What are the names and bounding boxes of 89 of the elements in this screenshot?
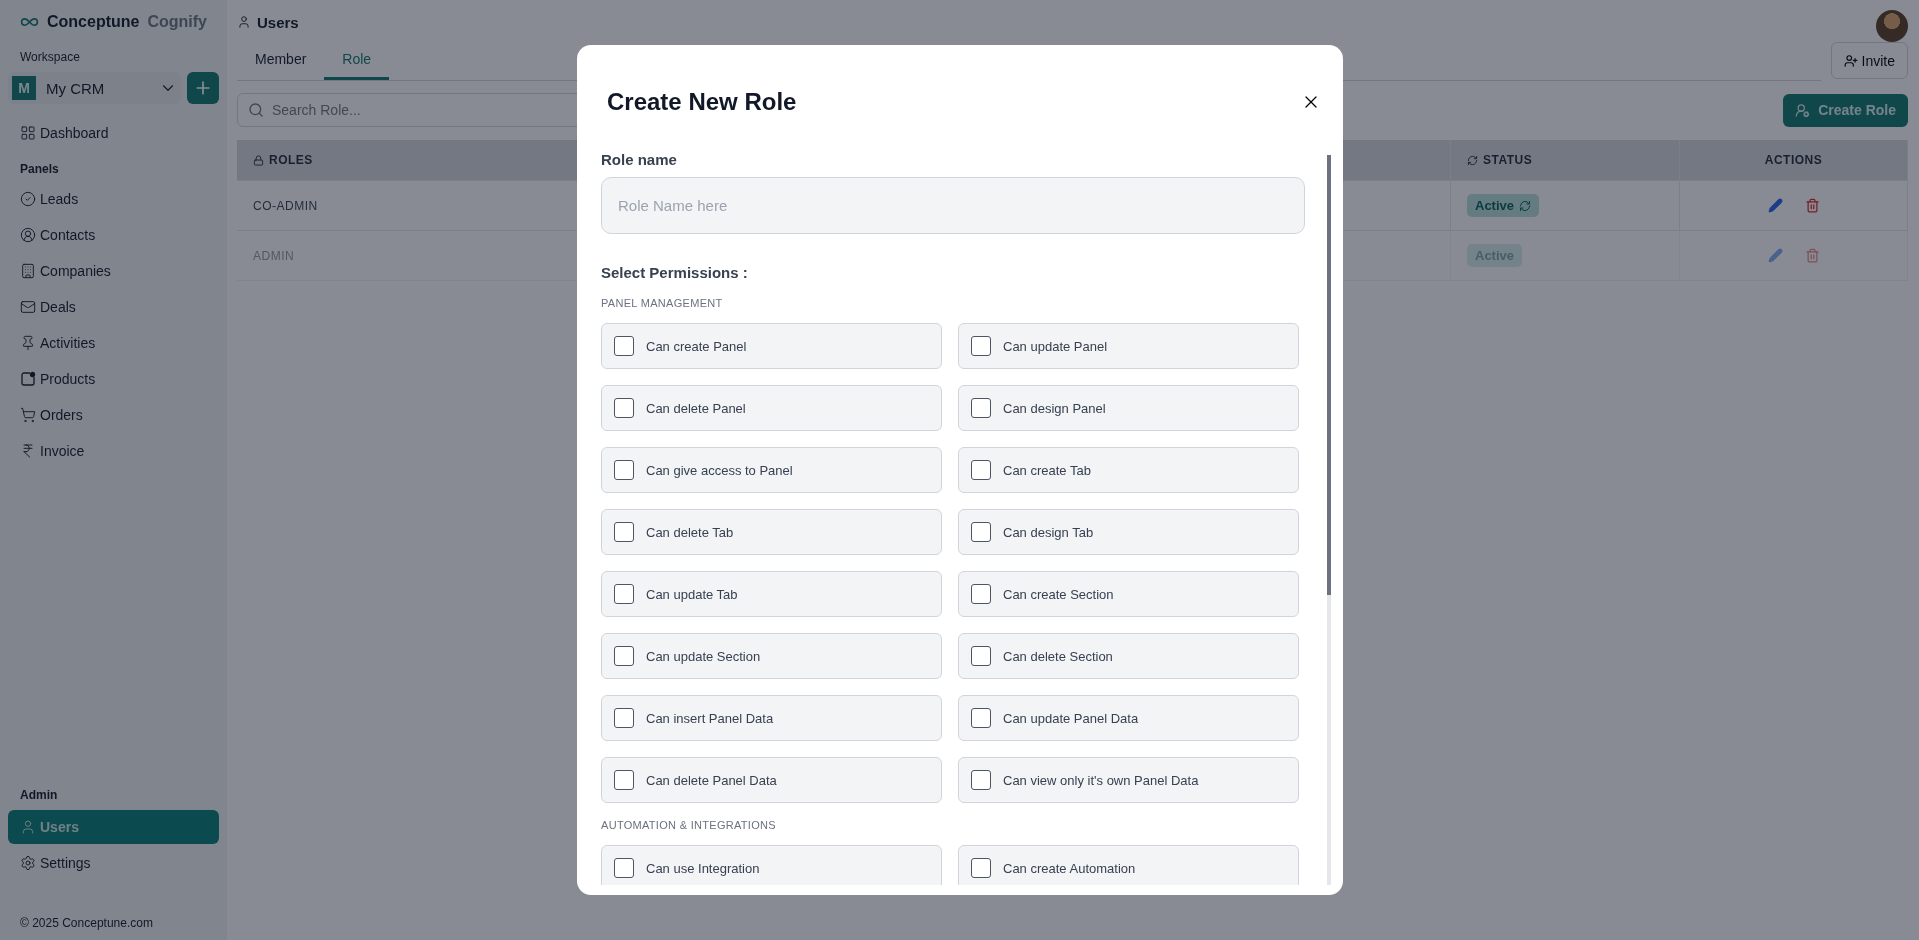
edit-icon[interactable] — [1767, 198, 1783, 213]
permission-option[interactable]: Can create Section — [958, 571, 1299, 617]
scrollbar[interactable] — [1327, 155, 1331, 885]
sidebar-item[interactable]: Activities — [8, 326, 219, 360]
permission-option[interactable]: Can update Panel — [958, 323, 1299, 369]
checkbox[interactable] — [614, 584, 634, 604]
checkbox[interactable] — [614, 770, 634, 790]
checkbox[interactable] — [614, 708, 634, 728]
permission-option[interactable]: Can update Tab — [601, 571, 942, 617]
workspace-badge: M — [12, 76, 36, 100]
checkbox[interactable] — [614, 398, 634, 418]
refresh-icon — [1467, 154, 1478, 166]
permission-option[interactable]: Can create Panel — [601, 323, 942, 369]
workspace-select[interactable]: M My CRM — [8, 72, 181, 104]
permission-option[interactable]: Can delete Panel Data — [601, 757, 942, 803]
checkbox[interactable] — [971, 584, 991, 604]
grid-icon — [20, 125, 36, 141]
permission-option[interactable]: Can design Tab — [958, 509, 1299, 555]
permission-option[interactable]: Can delete Panel — [601, 385, 942, 431]
group-title: AUTOMATION & INTEGRATIONS — [601, 819, 777, 831]
brand-suffix: Cognify — [147, 13, 207, 31]
group-title: PANEL MANAGEMENT — [601, 297, 724, 309]
sidebar-item[interactable]: Settings — [8, 846, 219, 880]
invite-button[interactable]: Invite — [1830, 42, 1908, 79]
settings-icon — [20, 855, 36, 871]
role-name-field[interactable]: Role Name here — [601, 177, 1305, 234]
checkbox[interactable] — [614, 646, 634, 666]
permission-option[interactable]: Can view only it's own Panel Data — [958, 757, 1299, 803]
building-icon — [20, 263, 36, 279]
user-plus-icon — [1843, 53, 1858, 68]
sidebar-item[interactable]: Leads — [8, 182, 219, 216]
permission-option[interactable]: Can use Integration — [601, 845, 942, 885]
rupee-icon — [20, 443, 36, 459]
permission-option[interactable]: Can give access to Panel — [601, 447, 942, 493]
checkbox[interactable] — [971, 858, 991, 878]
checkbox[interactable] — [614, 460, 634, 480]
lock-icon — [253, 154, 264, 166]
checkbox[interactable] — [971, 770, 991, 790]
refresh-icon — [1519, 199, 1532, 212]
permission-option[interactable]: Can delete Tab — [601, 509, 942, 555]
checkbox[interactable] — [971, 646, 991, 666]
user-icon — [20, 819, 36, 835]
sidebar-item[interactable]: Contacts — [8, 218, 219, 252]
page-title: Users — [257, 13, 299, 31]
sidebar-item[interactable]: Companies — [8, 254, 219, 288]
sidebar-item[interactable]: Dashboard — [8, 116, 219, 150]
checkbox[interactable] — [971, 522, 991, 542]
checkbox[interactable] — [614, 522, 634, 542]
sidebar-item[interactable]: Deals — [8, 290, 219, 324]
checkbox[interactable] — [971, 336, 991, 356]
check-circle-icon — [20, 191, 36, 207]
user-circle-icon — [20, 227, 36, 243]
user-icon — [237, 15, 251, 29]
sidebar-item[interactable]: Orders — [8, 398, 219, 432]
cart-icon — [20, 407, 36, 423]
section-label: Panels — [19, 162, 60, 176]
add-workspace-button[interactable] — [187, 72, 219, 104]
trash-icon[interactable] — [1804, 198, 1820, 213]
permission-option[interactable]: Can create Automation — [958, 845, 1299, 885]
column-header: ACTIONS — [1680, 140, 1908, 180]
permission-option[interactable]: Can delete Section — [958, 633, 1299, 679]
section-label: Workspace — [19, 50, 81, 64]
role-name: CO-ADMIN — [253, 198, 318, 213]
checkbox[interactable] — [971, 708, 991, 728]
status-badge: Active — [1467, 194, 1540, 217]
search-icon — [248, 102, 264, 118]
checkbox[interactable] — [971, 460, 991, 480]
permission-option[interactable]: Can update Panel Data — [958, 695, 1299, 741]
column-header: STATUS — [1451, 140, 1680, 180]
checkbox[interactable] — [971, 398, 991, 418]
tab[interactable]: Member — [237, 43, 325, 80]
user-avatar[interactable] — [1876, 10, 1908, 42]
permission-option[interactable]: Can insert Panel Data — [601, 695, 942, 741]
field-label: Select Permissions : — [601, 264, 749, 281]
square-dot-icon — [20, 371, 36, 387]
section-label: Admin — [19, 788, 59, 802]
user-gear-icon — [1795, 102, 1811, 118]
permission-option[interactable]: Can create Tab — [958, 447, 1299, 493]
field-label: Role name — [601, 151, 678, 168]
brand-name: Conceptune — [47, 13, 140, 31]
pin-icon — [20, 335, 36, 351]
checkbox[interactable] — [614, 858, 634, 878]
copyright-text: © 2025 Conceptune.com — [19, 916, 154, 930]
permission-option[interactable]: Can design Panel — [958, 385, 1299, 431]
permission-option[interactable]: Can update Section — [601, 633, 942, 679]
checkbox[interactable] — [614, 336, 634, 356]
envelope-icon — [20, 299, 36, 315]
sidebar-item[interactable]: Invoice — [8, 434, 219, 468]
sidebar-item[interactable]: Products — [8, 362, 219, 396]
